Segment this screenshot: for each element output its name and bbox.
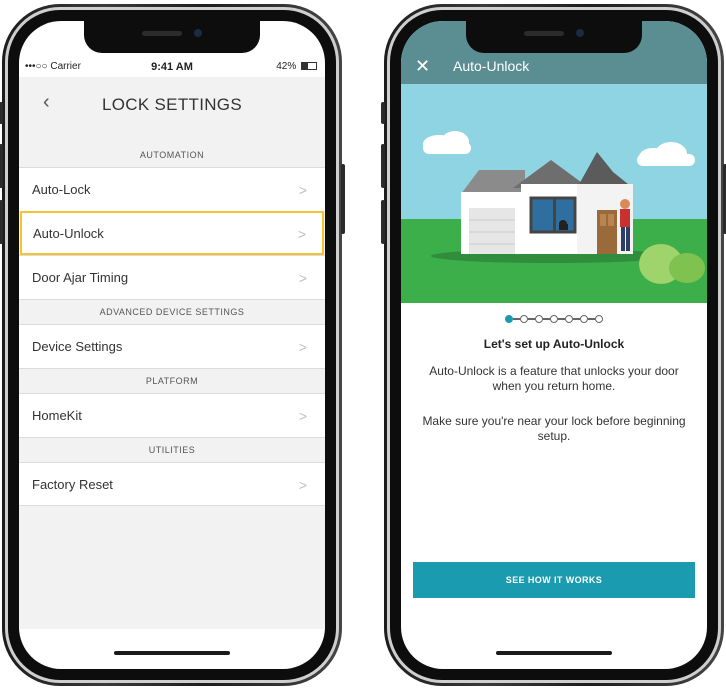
chevron-right-icon: > [298, 339, 307, 355]
lock-settings-screen: •••○○ Carrier 9:41 AM 42% ‹ LOCK SETTING… [19, 21, 325, 669]
settings-header: ‹ LOCK SETTINGS [19, 77, 325, 143]
settings-list: AUTOMATION Auto-Lock > Auto-Unlock > Doo… [19, 143, 325, 629]
battery-icon [301, 62, 317, 71]
front-camera [576, 29, 584, 37]
step-dot [595, 315, 603, 323]
house-scene-image [401, 84, 707, 303]
notch [84, 21, 260, 53]
setup-note: Make sure you're near your lock before b… [422, 414, 686, 443]
settings-row-factory-reset[interactable]: Factory Reset > [19, 462, 325, 506]
front-camera [194, 29, 202, 37]
row-label: Device Settings [32, 339, 123, 354]
section-heading-advanced: ADVANCED DEVICE SETTINGS [19, 299, 325, 324]
row-label: HomeKit [32, 408, 82, 423]
section-heading-utilities: UTILITIES [19, 437, 325, 462]
home-indicator[interactable] [114, 651, 230, 655]
phone-frame-right: ✕ Auto-Unlock Let's set up Auto-Unlock A… [381, 4, 726, 686]
row-label: Auto-Lock [32, 182, 91, 197]
step-dot [580, 315, 588, 323]
chevron-right-icon: > [298, 408, 307, 424]
step-dot [565, 315, 573, 323]
see-how-it-works-button[interactable]: SEE HOW IT WORKS [413, 562, 695, 598]
power-button [341, 164, 345, 234]
step-connector [588, 318, 595, 320]
chevron-right-icon: > [298, 477, 307, 493]
setup-description: Auto-Unlock is a feature that unlocks yo… [429, 364, 679, 393]
page-title: LOCK SETTINGS [102, 95, 242, 114]
row-label: Factory Reset [32, 477, 113, 492]
step-connector [558, 318, 565, 320]
house-illustration [401, 84, 707, 303]
section-heading-platform: PLATFORM [19, 368, 325, 393]
section-heading-automation: AUTOMATION [139, 150, 205, 160]
setup-heading: Let's set up Auto-Unlock [483, 337, 625, 351]
volume-down-button [0, 200, 3, 244]
settings-row-auto-unlock[interactable]: Auto-Unlock > [20, 211, 324, 255]
close-icon[interactable]: ✕ [415, 57, 430, 75]
mute-switch [0, 102, 3, 124]
row-label: Door Ajar Timing [32, 270, 129, 285]
step-connector [513, 318, 520, 320]
step-connector [543, 318, 550, 320]
speaker-grille [524, 31, 564, 36]
speaker-grille [142, 31, 182, 36]
page-title: Auto-Unlock [453, 58, 530, 74]
step-dot [535, 315, 543, 323]
mute-switch [381, 102, 385, 124]
battery-percent: 42% [276, 61, 297, 72]
row-label: Auto-Unlock [33, 226, 104, 241]
volume-up-button [0, 144, 3, 188]
chevron-right-icon: > [297, 226, 306, 242]
auto-unlock-screen: ✕ Auto-Unlock Let's set up Auto-Unlock A… [401, 21, 707, 669]
step-dot [520, 315, 528, 323]
home-indicator[interactable] [496, 651, 612, 655]
status-bar: •••○○ Carrier 9:41 AM 42% [19, 61, 325, 75]
settings-row-door-ajar-timing[interactable]: Door Ajar Timing > [19, 255, 325, 299]
volume-up-button [381, 144, 385, 188]
battery-indicator: 42% [276, 61, 317, 72]
chevron-right-icon: > [298, 182, 307, 198]
volume-down-button [381, 200, 385, 244]
step-connector [573, 318, 580, 320]
step-dot [550, 315, 558, 323]
settings-row-auto-lock[interactable]: Auto-Lock > [19, 167, 325, 211]
settings-row-device-settings[interactable]: Device Settings > [19, 324, 325, 368]
notch [466, 21, 642, 53]
step-dot-active [505, 315, 513, 323]
step-dots [505, 315, 603, 323]
step-connector [528, 318, 535, 320]
progress-indicator [401, 315, 707, 323]
phone-frame-left: •••○○ Carrier 9:41 AM 42% ‹ LOCK SETTING… [0, 4, 345, 686]
chevron-right-icon: > [298, 270, 307, 286]
settings-row-homekit[interactable]: HomeKit > [19, 393, 325, 437]
